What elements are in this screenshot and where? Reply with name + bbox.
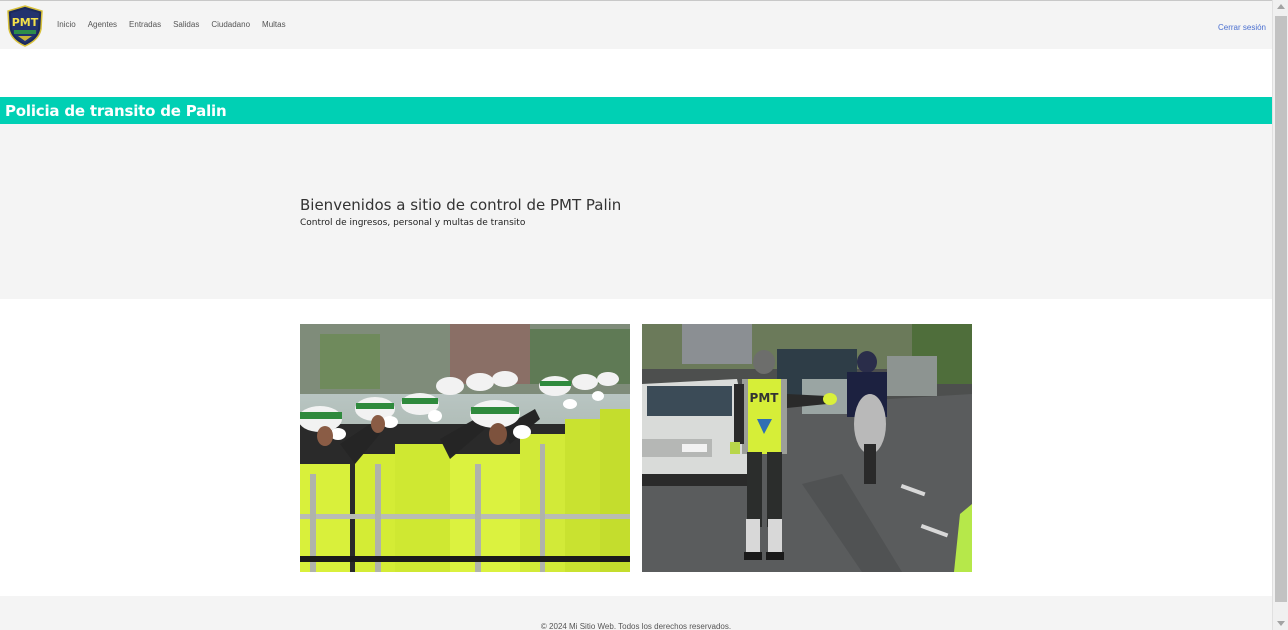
scroll-down-icon[interactable]: [1277, 621, 1285, 626]
hero-title: Bienvenidos a sitio de control de PMT Pa…: [300, 196, 622, 214]
footer: © 2024 Mi Sitio Web. Todos los derechos …: [0, 596, 1272, 630]
scroll-thumb[interactable]: [1275, 16, 1287, 602]
hero-subtitle: Control de ingresos, personal y multas d…: [300, 218, 526, 228]
banner-title: Policia de transito de Palin: [5, 102, 227, 120]
scroll-up-icon[interactable]: [1277, 4, 1285, 9]
nav-link-entradas[interactable]: Entradas: [129, 20, 161, 29]
officers-saluting-photo: [300, 324, 630, 572]
officer-directing-traffic-photo: PMT: [642, 324, 972, 572]
hero-section: Bienvenidos a sitio de control de PMT Pa…: [0, 124, 1272, 299]
title-banner: Policia de transito de Palin: [0, 97, 1272, 124]
svg-text:PMT: PMT: [12, 16, 39, 29]
nav-link-inicio[interactable]: Inicio: [57, 20, 76, 29]
nav-links: Inicio Agentes Entradas Salidas Ciudadan…: [57, 20, 298, 29]
pmt-logo[interactable]: PMT: [6, 5, 44, 47]
vertical-scrollbar[interactable]: [1272, 0, 1288, 630]
navbar: PMT Inicio Agentes Entradas Salidas Ciud…: [0, 1, 1272, 49]
nav-link-multas[interactable]: Multas: [262, 20, 286, 29]
nav-link-agentes[interactable]: Agentes: [88, 20, 117, 29]
footer-copyright: © 2024 Mi Sitio Web. Todos los derechos …: [540, 622, 732, 630]
nav-link-salidas[interactable]: Salidas: [173, 20, 199, 29]
nav-link-ciudadano[interactable]: Ciudadano: [211, 20, 250, 29]
logout-link[interactable]: Cerrar sesión: [1218, 23, 1266, 32]
svg-text:PMT: PMT: [750, 391, 780, 405]
page: PMT Inicio Agentes Entradas Salidas Ciud…: [0, 0, 1272, 630]
